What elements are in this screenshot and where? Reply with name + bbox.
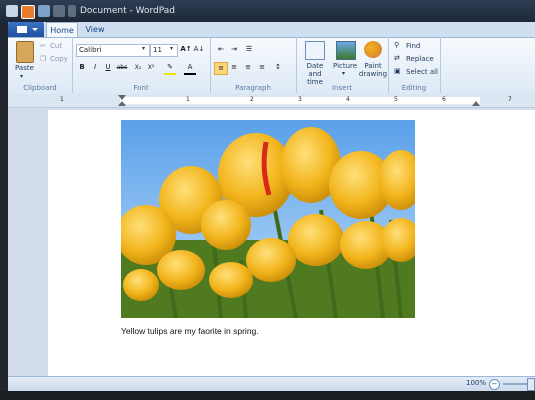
paste-icon bbox=[16, 41, 34, 63]
ruler-tick: 1 bbox=[186, 96, 190, 103]
editing-group: ⚲ Find ⇄ Replace ▣ Select all Editing bbox=[388, 37, 441, 93]
replace-button[interactable]: Replace bbox=[406, 55, 434, 63]
undo-icon[interactable] bbox=[38, 5, 50, 17]
justify-icon[interactable]: ≡ bbox=[256, 62, 268, 73]
clipboard-group: Paste ▾ ✂ Cut ❐ Copy Clipboard bbox=[8, 37, 73, 93]
ruler-tick: 1 bbox=[60, 96, 64, 103]
strikethrough-button[interactable]: abc bbox=[116, 62, 128, 73]
status-bar bbox=[8, 376, 535, 392]
select-all-button[interactable]: Select all bbox=[406, 68, 438, 76]
first-line-indent-marker[interactable] bbox=[118, 95, 126, 100]
redo-icon[interactable] bbox=[53, 5, 65, 17]
editing-group-label: Editing bbox=[401, 84, 427, 92]
replace-icon: ⇄ bbox=[394, 54, 400, 62]
increase-indent-icon[interactable]: ⇥ bbox=[228, 44, 240, 55]
font-size-select[interactable]: 11 bbox=[150, 44, 178, 57]
picture-dropdown-icon[interactable]: ▾ bbox=[342, 70, 345, 77]
zoom-out-icon[interactable]: − bbox=[489, 379, 500, 390]
calendar-icon bbox=[305, 41, 325, 60]
ruler[interactable]: 1 1 2 3 4 5 6 7 bbox=[8, 94, 535, 108]
ruler-tick: 3 bbox=[298, 96, 302, 103]
underline-button[interactable]: U bbox=[102, 62, 114, 73]
font-family-select[interactable]: Calibri bbox=[76, 44, 150, 57]
cut-icon: ✂ bbox=[40, 42, 46, 50]
cut-button[interactable]: Cut bbox=[50, 42, 62, 50]
window-title: Document - WordPad bbox=[80, 6, 175, 16]
ruler-tick: 7 bbox=[508, 96, 512, 103]
font-group: Calibri ▾ 11 ▾ A↑ A↓ B I U abc X₂ X² ✎ A… bbox=[72, 37, 211, 93]
font-group-label: Font bbox=[133, 84, 149, 92]
date-and-time-button[interactable]: Date and time bbox=[300, 62, 330, 86]
title-bar: Document - WordPad bbox=[0, 0, 535, 24]
zoom-level: 100% bbox=[466, 379, 487, 387]
align-right-icon[interactable]: ≡ bbox=[242, 62, 254, 73]
app-icon[interactable] bbox=[6, 5, 18, 17]
find-button[interactable]: Find bbox=[406, 42, 420, 50]
document-icon bbox=[17, 26, 27, 33]
copy-icon: ❐ bbox=[40, 55, 47, 63]
line-spacing-icon[interactable]: ↕ bbox=[272, 62, 284, 73]
picture-icon bbox=[336, 41, 356, 60]
right-indent-marker[interactable] bbox=[472, 101, 480, 106]
paste-dropdown-icon[interactable]: ▾ bbox=[20, 73, 23, 80]
select-all-icon: ▣ bbox=[394, 67, 401, 75]
superscript-button[interactable]: X² bbox=[145, 62, 157, 73]
paragraph-group: ⇤ ⇥ ☰ ≡ ≡ ≡ ≡ ↕ Paragraph bbox=[210, 37, 297, 93]
font-size-dropdown-icon[interactable]: ▾ bbox=[170, 45, 173, 52]
wordpad-window: Document - WordPad Home View Paste ▾ ✂ C… bbox=[0, 0, 535, 400]
save-icon[interactable] bbox=[21, 5, 35, 19]
align-left-icon[interactable]: ≡ bbox=[214, 62, 228, 75]
highlight-color-icon[interactable]: ✎ bbox=[164, 62, 176, 75]
clipboard-group-label: Clipboard bbox=[23, 84, 57, 92]
font-family-dropdown-icon[interactable]: ▾ bbox=[142, 45, 145, 52]
quick-access-toolbar bbox=[6, 5, 76, 19]
copy-button[interactable]: Copy bbox=[50, 55, 68, 63]
binoculars-icon: ⚲ bbox=[394, 41, 400, 49]
paste-button[interactable]: Paste bbox=[15, 64, 34, 72]
paragraph-group-label: Paragraph bbox=[235, 84, 271, 92]
text-color-icon[interactable]: A bbox=[184, 62, 196, 75]
document-text[interactable]: Yellow tulips are my faorite in spring. bbox=[121, 326, 259, 336]
paint-palette-icon bbox=[364, 41, 382, 58]
ruler-tick: 2 bbox=[250, 96, 254, 103]
tulips-picture[interactable] bbox=[121, 120, 415, 318]
tab-home[interactable]: Home bbox=[46, 22, 78, 38]
align-center-icon[interactable]: ≡ bbox=[228, 62, 240, 73]
window-bottom-edge bbox=[0, 391, 535, 400]
subscript-button[interactable]: X₂ bbox=[132, 62, 144, 73]
chevron-down-icon bbox=[32, 28, 38, 31]
window-frame bbox=[0, 22, 8, 392]
tulips-image bbox=[121, 120, 415, 318]
decrease-indent-icon[interactable]: ⇤ bbox=[215, 44, 227, 55]
insert-group: Date and time Picture ▾ Paint drawing In… bbox=[296, 37, 389, 93]
left-indent-marker[interactable] bbox=[118, 101, 126, 106]
italic-button[interactable]: I bbox=[89, 62, 101, 73]
zoom-slider-thumb[interactable] bbox=[527, 378, 535, 391]
ruler-tick: 4 bbox=[346, 96, 350, 103]
picture-button[interactable]: Picture bbox=[333, 62, 357, 70]
shrink-font-icon[interactable]: A↓ bbox=[193, 44, 205, 55]
bold-button[interactable]: B bbox=[76, 62, 88, 73]
tab-view[interactable]: View bbox=[82, 22, 108, 37]
ruler-tick: 5 bbox=[394, 96, 398, 103]
customize-qat-icon[interactable] bbox=[68, 5, 76, 17]
ruler-tick: 6 bbox=[442, 96, 446, 103]
paint-drawing-button[interactable]: Paint drawing bbox=[358, 62, 388, 78]
bullets-list-icon[interactable]: ☰ bbox=[243, 44, 255, 55]
grow-font-icon[interactable]: A↑ bbox=[180, 44, 192, 55]
insert-group-label: Insert bbox=[331, 84, 353, 92]
application-menu-button[interactable] bbox=[8, 22, 44, 37]
